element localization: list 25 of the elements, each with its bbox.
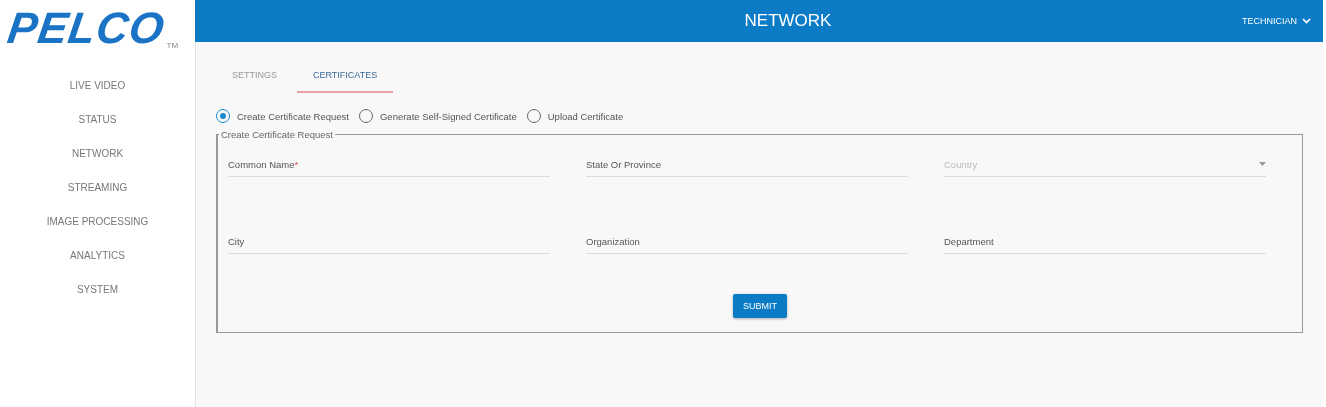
form-legend: Create Certificate Request: [219, 129, 335, 140]
sidebar-item[interactable]: STREAMING: [67, 176, 128, 210]
submit-button[interactable]: SUBMIT: [733, 294, 787, 318]
page-title: NETWORK: [743, 11, 833, 31]
sidebar-item[interactable]: NETWORK: [71, 142, 124, 176]
input-field[interactable]: State Or Province: [586, 152, 908, 177]
input-field[interactable]: Department: [944, 229, 1266, 254]
user-menu-button[interactable]: TECHNICIAN: [938, 16, 1323, 26]
sidebar-item[interactable]: ANALYTICS: [70, 244, 125, 278]
dropdown-arrow-icon: [1259, 162, 1266, 166]
tab[interactable]: SETTINGS: [216, 60, 293, 93]
sidebar-item[interactable]: SYSTEM: [76, 278, 119, 312]
radio-label: Upload Certificate: [547, 110, 624, 122]
pelco-logo: PELCO: [4, 6, 168, 50]
sidebar-item[interactable]: STATUS: [78, 108, 117, 142]
radio-label: Generate Self-Signed Certificate: [379, 110, 517, 122]
chevron-down-icon: [1302, 18, 1311, 24]
radio-label: Create Certificate Request: [237, 110, 349, 122]
input-field[interactable]: City: [228, 229, 550, 254]
input-field[interactable]: Common Name*: [228, 152, 550, 177]
tab[interactable]: CERTIFICATES: [297, 60, 394, 93]
input-field[interactable]: Organization: [586, 229, 908, 254]
sidebar-item[interactable]: IMAGE PROCESSING: [46, 210, 149, 244]
trademark-mark: TM: [166, 41, 179, 50]
sidebar-item[interactable]: LIVE VIDEO: [69, 74, 126, 108]
